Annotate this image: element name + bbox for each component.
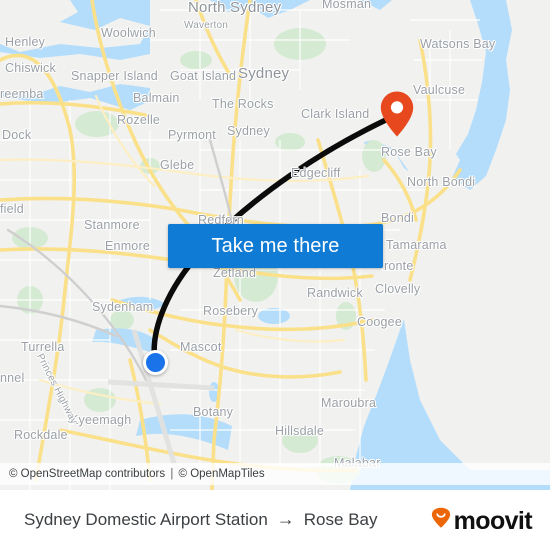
destination-pin-marker[interactable] [379,90,415,138]
trip-origin-label: Sydney Domestic Airport Station [24,510,268,529]
map-attribution: © OpenStreetMap contributors | © OpenMap… [0,463,550,485]
moovit-wordmark: moovit [453,506,533,535]
arrow-right-icon: → [276,509,295,529]
trip-summary: Sydney Domestic Airport Station → Rose B… [24,510,377,530]
attribution-tiles[interactable]: © OpenMapTiles [179,468,265,480]
trip-destination-label: Rose Bay [303,510,378,529]
attribution-separator: | [170,468,174,480]
moovit-trip-map-screen: North Sydney Mosman Woolwich Waverton Watson… [0,0,550,550]
map-canvas[interactable]: North Sydney Mosman Woolwich Waverton Watson… [0,0,550,490]
attribution-osm[interactable]: © OpenStreetMap contributors [9,468,165,480]
take-me-there-button[interactable]: Take me there [168,224,383,268]
moovit-pin-icon [430,507,452,534]
moovit-brand[interactable]: moovit [430,506,533,535]
origin-dot-marker[interactable] [143,350,168,375]
footer-bar: Sydney Domestic Airport Station → Rose B… [0,490,550,550]
